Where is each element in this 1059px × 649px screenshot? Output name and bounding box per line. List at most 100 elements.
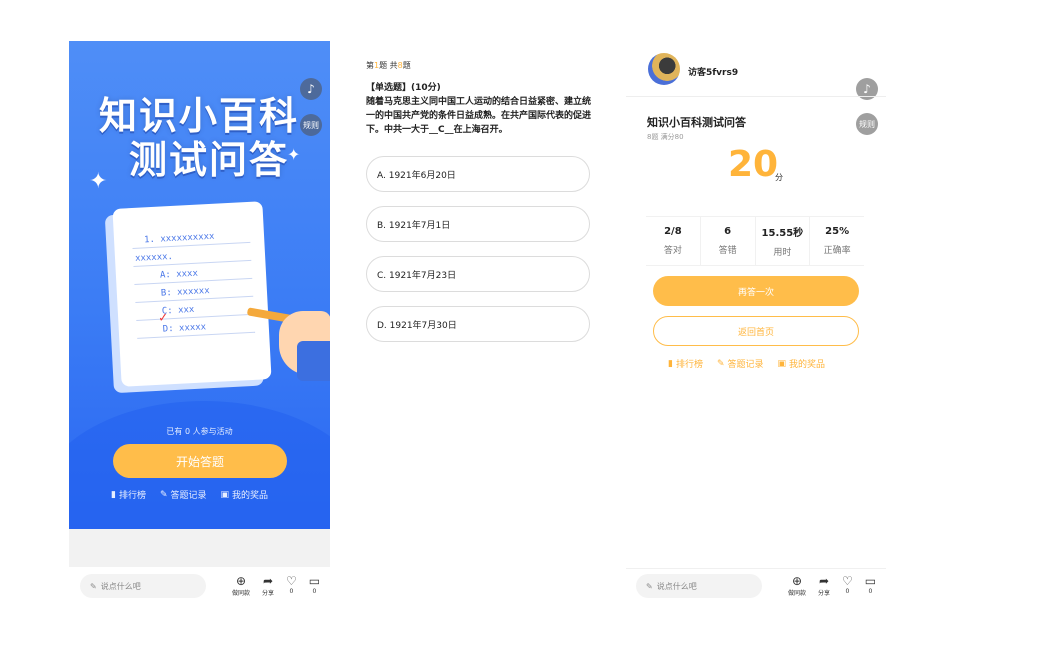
comment-button[interactable]: ▭ 0 [309,575,320,597]
comment-placeholder: 说点什么吧 [656,581,697,591]
like-count: 0 [845,588,850,595]
stat-label: 用时 [773,248,792,258]
music-icon[interactable]: ♪ [300,78,322,100]
score-unit: 分 [775,173,783,182]
hero-title-line2: 测试问答 [128,138,289,182]
share-icon: ➦ [262,574,274,588]
comment-placeholder: 说点什么吧 [100,581,141,591]
comment-icon: ▭ [864,574,877,588]
comment-button[interactable]: ▭ 0 [865,575,876,597]
stat-label: 答错 [718,246,737,256]
participants-text: 已有 0 人参与活动 [166,427,233,436]
paper-line: B: xxxxxx [160,286,210,299]
share-label: 分享 [818,590,831,597]
stat-accuracy: 25% 正确率 [810,217,864,265]
comment-actions: ⊕ 做同款 ➦ 分享 ♡ 0 ▭ 0 [788,575,876,597]
share-label: 分享 [262,590,275,597]
option-d[interactable]: D. 1921年7月30日 [366,306,590,342]
option-a[interactable]: A. 1921年6月20日 [366,156,590,192]
make-same-label: 做同款 [788,590,807,597]
score-value: 20 [728,144,779,185]
thumbs-up-icon: ♡ [842,574,853,588]
share-button[interactable]: ➦ 分享 [262,575,274,597]
like-button[interactable]: ♡ 0 [286,575,297,597]
my-prizes-label: 我的奖品 [789,360,826,370]
quiz-cover-panel: 知识小百科 测试问答 ✦ ✦ ♪ 规则 1. xxxxxxxxxx xxxxxx… [69,41,330,529]
thumbs-up-icon: ♡ [286,574,297,588]
answer-record-link[interactable]: ✎ 答题记录 [159,488,207,502]
stat-correct: 2/8 答对 [646,217,701,265]
edit-icon: ✎ [90,581,97,591]
option-b[interactable]: B. 1921年7月1日 [366,206,590,242]
question-type: 【单选题】(10分) [366,83,441,93]
stat-label: 答对 [663,246,682,256]
leaderboard-link[interactable]: ▮ 排行榜 [111,488,146,502]
my-prizes-link[interactable]: ▣ 我的奖品 [777,357,826,371]
bar-chart-icon: ▮ [668,358,673,369]
pencil-icon: ✎ [159,489,168,500]
gift-icon: ▣ [220,489,230,500]
comment-bar: ✎ 说点什么吧 ⊕ 做同款 ➦ 分享 ♡ 0 ▭ 0 [80,571,320,601]
question-counter: 第1题 共8题 [366,60,596,71]
stat-label: 正确率 [823,246,851,256]
bar-chart-icon: ▮ [111,489,116,500]
my-prizes-link[interactable]: ▣ 我的奖品 [220,488,269,502]
share-button[interactable]: ➦ 分享 [818,575,830,597]
pencil-icon: ✎ [716,358,725,369]
back-home-button[interactable]: 返回首页 [653,316,859,346]
leaderboard-label: 排行榜 [675,360,703,370]
counter-mid: 题 共 [379,61,398,70]
comment-input[interactable]: ✎ 说点什么吧 [80,574,206,598]
question-panel: 第1题 共8题 【单选题】(10分) 随着马克思主义同中国工人运动的结合日益紧密… [366,60,596,342]
stat-value: 25% [825,226,850,237]
retry-button[interactable]: 再答一次 [653,276,859,306]
result-stats: 2/8 答对 6 答错 15.55秒 用时 25% 正确率 [646,216,864,266]
exam-paper-illustration: 1. xxxxxxxxxx xxxxxx. A: xxxx B: xxxxxx … [112,201,272,387]
edit-icon: ✎ [646,581,653,591]
make-same-button[interactable]: ⊕ 做同款 [788,575,806,597]
sleeve-illustration [297,341,330,381]
cover-links: ▮ 排行榜 ✎ 答题记录 ▣ 我的奖品 [111,488,269,502]
gift-icon: ▣ [777,358,787,369]
paper-line: D: xxxxx [162,322,207,335]
make-same-label: 做同款 [232,590,251,597]
counter-suffix: 题 [402,61,411,70]
sparkle-icon: ✦ [287,145,301,164]
like-button[interactable]: ♡ 0 [842,575,853,597]
leaderboard-link[interactable]: ▮ 排行榜 [668,357,703,371]
divider [626,568,886,569]
option-c[interactable]: C. 1921年7月23日 [366,256,590,292]
comment-count: 0 [868,588,873,595]
sparkle-icon: ✦ [89,169,108,194]
stat-value: 15.55秒 [761,228,804,239]
plus-circle-icon: ⊕ [235,574,247,588]
avatar[interactable] [648,53,680,85]
answer-record-label: 答题记录 [170,491,207,501]
result-links: ▮ 排行榜 ✎ 答题记录 ▣ 我的奖品 [668,357,826,371]
stat-value: 6 [724,226,732,237]
checkmark-icon: ✓ [157,310,169,325]
make-same-button[interactable]: ⊕ 做同款 [232,575,250,597]
answer-record-link[interactable]: ✎ 答题记录 [716,357,764,371]
stat-value: 2/8 [664,226,682,237]
comment-icon: ▭ [308,574,321,588]
counter-prefix: 第 [366,61,374,70]
panel-footer-space [69,529,330,567]
answer-record-label: 答题记录 [727,360,764,370]
comment-bar: ✎ 说点什么吧 ⊕ 做同款 ➦ 分享 ♡ 0 ▭ 0 [636,571,876,601]
paper-line: A: xxxx [159,268,199,281]
comment-count: 0 [312,588,317,595]
comment-actions: ⊕ 做同款 ➦ 分享 ♡ 0 ▭ 0 [232,575,320,597]
comment-input[interactable]: ✎ 说点什么吧 [636,574,762,598]
leaderboard-label: 排行榜 [118,491,146,501]
stat-time: 15.55秒 用时 [756,217,811,265]
divider [626,96,886,97]
rules-button[interactable]: 规则 [856,113,878,135]
start-quiz-button[interactable]: 开始答题 [113,444,287,478]
stat-wrong: 6 答错 [701,217,756,265]
username: 访客5fvrs9 [688,68,739,78]
my-prizes-label: 我的奖品 [232,491,269,501]
question-text: 随着马克思主义同中国工人运动的结合日益紧密、建立统一的中国共产党的条件日益成熟。… [366,97,592,135]
plus-circle-icon: ⊕ [791,574,803,588]
rules-button[interactable]: 规则 [300,114,322,136]
